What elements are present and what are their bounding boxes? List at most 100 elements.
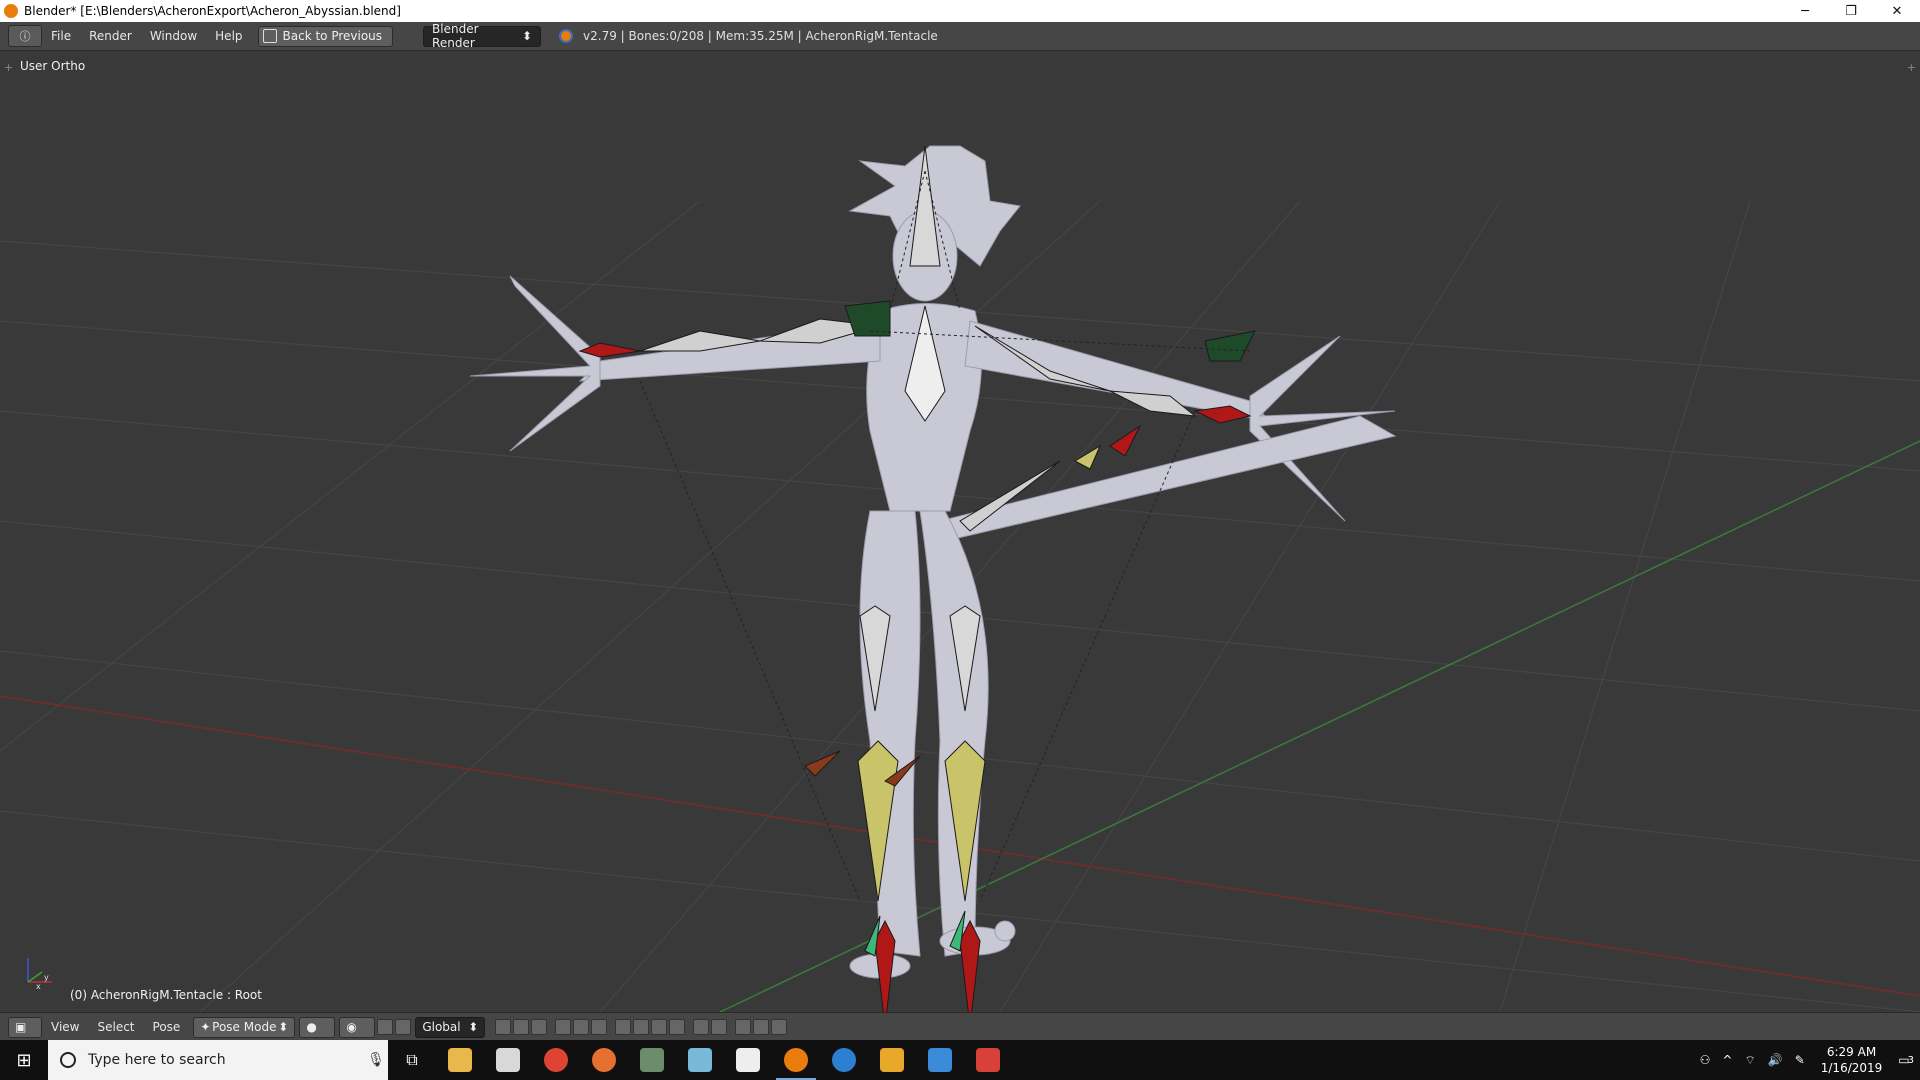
- menu-render[interactable]: Render: [80, 29, 141, 43]
- microphone-icon[interactable]: 🎙: [364, 1052, 388, 1068]
- game-app[interactable]: [628, 1040, 676, 1080]
- menu-file[interactable]: File: [42, 29, 80, 43]
- translate-manipulator-icon[interactable]: [395, 1019, 412, 1035]
- render-preview-icon[interactable]: [693, 1019, 710, 1035]
- layer-button-4[interactable]: [555, 1019, 572, 1035]
- window-titlebar: Blender* [E:\Blenders\AcheronExport\Ache…: [0, 0, 1920, 22]
- paste-pose-icon[interactable]: [651, 1019, 668, 1035]
- chrome-icon: [544, 1048, 568, 1072]
- calculator-icon: [736, 1048, 760, 1072]
- windows-taskbar: ⊞ Type here to search 🎙 ⧉ ⚇ ^ ⌔ 🔊 ✎ 6:29…: [0, 1040, 1920, 1080]
- back-to-previous-button[interactable]: Back to Previous: [257, 25, 394, 47]
- tool-app[interactable]: [868, 1040, 916, 1080]
- minimize-button[interactable]: ─: [1782, 0, 1828, 22]
- back-to-previous-label: Back to Previous: [282, 29, 383, 43]
- blender-app[interactable]: [772, 1040, 820, 1080]
- copy-pose-icon[interactable]: [633, 1019, 650, 1035]
- layer-button-5[interactable]: [573, 1019, 590, 1035]
- window-title: Blender* [E:\Blenders\AcheronExport\Ache…: [24, 4, 401, 18]
- editor-type-selector-3d[interactable]: ▣: [8, 1016, 42, 1038]
- transform-orientation-select[interactable]: Global ⬍: [415, 1016, 486, 1038]
- pen-icon[interactable]: ✎: [1795, 1053, 1805, 1067]
- notebook-app[interactable]: [676, 1040, 724, 1080]
- taskbar-search-box[interactable]: Type here to search 🎙: [48, 1040, 388, 1080]
- network-icon[interactable]: ⌔: [1744, 1053, 1755, 1068]
- chrome-app[interactable]: [532, 1040, 580, 1080]
- menu-view[interactable]: View: [42, 1020, 88, 1034]
- active-object-status: (0) AcheronRigM.Tentacle : Root: [70, 988, 262, 1002]
- w-app[interactable]: [820, 1040, 868, 1080]
- menu-help[interactable]: Help: [206, 29, 251, 43]
- render-engine-select[interactable]: Blender Render ⬍: [423, 22, 542, 50]
- blender-logo-icon: [559, 29, 574, 43]
- file-explorer-app[interactable]: [436, 1040, 484, 1080]
- 3d-view-icon: ▣: [15, 1020, 27, 1034]
- right-arm-pole[interactable]: [1204, 330, 1256, 362]
- menu-select[interactable]: Select: [88, 1020, 143, 1034]
- firefox-icon: [592, 1048, 616, 1072]
- monitor-app[interactable]: [916, 1040, 964, 1080]
- pose-mode-icon: ✦: [200, 1020, 211, 1034]
- 3d-view-header: ▣ View Select Pose ✦ Pose Mode ⬍ ● ◉ Glo…: [0, 1012, 1920, 1041]
- viewport-shading-select[interactable]: ●: [299, 1016, 336, 1038]
- onion-skin-icon[interactable]: [735, 1019, 752, 1035]
- close-button[interactable]: ✕: [1874, 0, 1920, 22]
- dropdown-arrows-icon: ⬍: [278, 1020, 289, 1034]
- calculator-app[interactable]: [724, 1040, 772, 1080]
- volume-icon[interactable]: 🔊: [1768, 1053, 1783, 1067]
- discord-app[interactable]: [964, 1040, 1012, 1080]
- pivot-point-select[interactable]: ◉: [339, 1016, 376, 1038]
- dropdown-arrows-icon: ⬍: [521, 29, 533, 43]
- right-foot-ik-bone[interactable]: [959, 919, 981, 1012]
- cortana-icon: [60, 1052, 76, 1068]
- blender-app-icon: [4, 4, 18, 18]
- clock-time: 6:29 AM: [1826, 1045, 1877, 1059]
- controller-icon: [640, 1048, 664, 1072]
- start-button[interactable]: ⊞: [0, 1040, 48, 1080]
- mode-select[interactable]: ✦ Pose Mode ⬍: [193, 1016, 296, 1038]
- discord-icon: [976, 1048, 1000, 1072]
- task-view-button[interactable]: ⧉: [388, 1040, 436, 1080]
- scene-stats: v2.79 | Bones:0/208 | Mem:35.25M | Acher…: [583, 29, 938, 43]
- info-icon: ⓘ: [19, 30, 31, 43]
- system-tray: ⚇ ^ ⌔ 🔊 ✎ 6:29 AM 1/16/2019 ▭ 3: [1694, 1044, 1920, 1076]
- search-placeholder: Type here to search: [88, 1052, 226, 1068]
- mail-app[interactable]: [484, 1040, 532, 1080]
- view-name-label: User Ortho: [20, 59, 86, 73]
- armature-layers-icon[interactable]: [615, 1019, 632, 1035]
- restore-button[interactable]: ❐: [1828, 0, 1874, 22]
- pivot-icon: ◉: [346, 1020, 357, 1034]
- layer-button-1[interactable]: [495, 1019, 512, 1035]
- w-icon: [832, 1048, 856, 1072]
- folder-icon: [448, 1048, 472, 1072]
- render-animation-icon[interactable]: [711, 1019, 728, 1035]
- axis-gizmo: y x: [27, 958, 52, 990]
- keying-icon[interactable]: [771, 1019, 788, 1035]
- firefox-app[interactable]: [580, 1040, 628, 1080]
- menu-pose[interactable]: Pose: [144, 1020, 190, 1034]
- region-expand-right-icon[interactable]: +: [1907, 61, 1916, 74]
- viewport-scene[interactable]: [0, 51, 1920, 1012]
- menu-window[interactable]: Window: [141, 29, 206, 43]
- monitor-icon: [928, 1048, 952, 1072]
- dropdown-arrows-icon: ⬍: [468, 1020, 479, 1034]
- mail-icon: [496, 1048, 520, 1072]
- layer-button-6[interactable]: [591, 1019, 608, 1035]
- render-engine-label: Blender Render: [432, 22, 479, 50]
- region-expand-left-icon[interactable]: +: [4, 61, 13, 74]
- orientation-label: Global: [422, 1020, 461, 1034]
- taskbar-clock[interactable]: 6:29 AM 1/16/2019: [1821, 1044, 1883, 1076]
- layer-button-3[interactable]: [531, 1019, 548, 1035]
- people-icon[interactable]: ⚇: [1700, 1053, 1711, 1067]
- 3d-viewport[interactable]: User Ortho + + y x (0) AcheronRigM.Tenta…: [0, 51, 1920, 1012]
- layer-button-2[interactable]: [513, 1019, 530, 1035]
- tentacle-bone-red[interactable]: [1109, 424, 1142, 457]
- show-hidden-icons-chevron-icon[interactable]: ^: [1722, 1053, 1732, 1067]
- manipulator-toggle-icon[interactable]: [377, 1019, 394, 1035]
- ghost-icon[interactable]: [753, 1019, 770, 1035]
- info-header: ⓘ File Render Window Help Back to Previo…: [0, 22, 1920, 51]
- axis-y-label: y: [44, 973, 49, 982]
- character-mesh[interactable]: [469, 145, 1397, 979]
- paste-flipped-icon[interactable]: [669, 1019, 686, 1035]
- editor-type-selector[interactable]: ⓘ: [8, 25, 42, 47]
